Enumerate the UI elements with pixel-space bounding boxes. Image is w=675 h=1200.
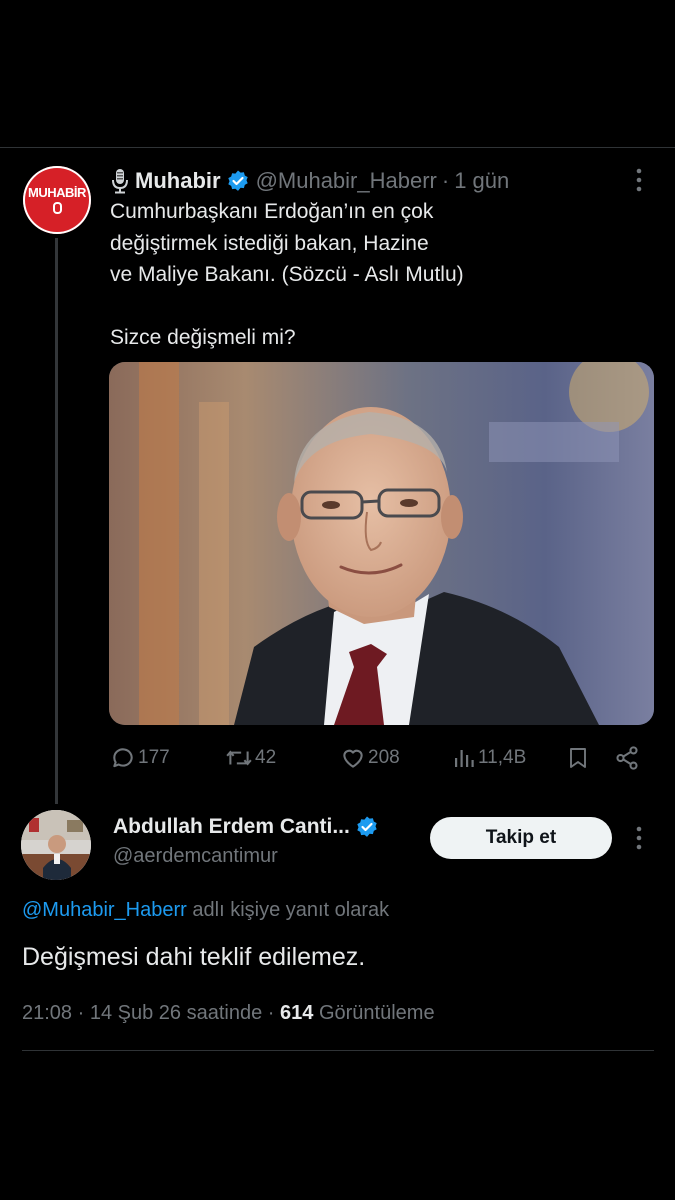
mic-icon: [112, 169, 128, 194]
muhabir-avatar[interactable]: MUHABİR: [23, 166, 91, 234]
like-icon: [343, 749, 363, 768]
bookmark-action[interactable]: [566, 742, 592, 774]
like-count: 208: [368, 747, 400, 768]
tweet-question: Sizce değişmeli mi?: [110, 325, 296, 349]
logo-mic-icon: [52, 202, 62, 214]
muhabir-logo-text: MUHABİR: [28, 185, 86, 200]
bookmark-icon: [570, 748, 586, 768]
reply-handle[interactable]: @aerdemcantimur: [113, 845, 278, 868]
parent-tweet-text: Cumhurbaşkanı Erdoğan’ın en çok değiştir…: [110, 196, 610, 353]
verified-badge-icon: [357, 816, 377, 837]
verified-badge-icon: [227, 170, 248, 191]
top-divider: [0, 147, 675, 148]
reply-more-icon[interactable]: [636, 826, 642, 850]
reply-name-row: Abdullah Erdem Canti...: [113, 815, 385, 839]
reply-meta-row: 21:08 · 14 Şub 26 saatinde · 614 Görüntü…: [22, 1002, 435, 1025]
parent-time[interactable]: 1 gün: [454, 168, 509, 194]
repost-action[interactable]: 42: [225, 742, 276, 774]
reply-time[interactable]: 21:08: [22, 1002, 72, 1024]
views-icon: [455, 750, 474, 767]
views-action[interactable]: 11,4B: [452, 742, 526, 774]
parent-author-name[interactable]: Muhabir: [135, 168, 221, 194]
tweet-line-2: değiştirmek istediği bakan, Hazine: [110, 231, 429, 255]
like-action[interactable]: 208: [340, 742, 400, 774]
parent-actions-bar: 177 42 208 11,4B: [110, 742, 640, 774]
reply-views-label: Görüntüleme: [318, 1002, 435, 1024]
tweet-photo[interactable]: [109, 362, 654, 725]
repost-count: 42: [255, 747, 277, 768]
parent-handle[interactable]: @Muhabir_Haberr: [256, 168, 437, 194]
reply-avatar-image: [21, 810, 91, 880]
tweet-line-3: ve Maliye Bakanı. (Sözcü - Aslı Mutlu): [110, 263, 464, 286]
tweet-line-1: Cumhurbaşkanı Erdoğan’ın en çok: [110, 200, 434, 223]
reply-to-mention[interactable]: @Muhabir_Haberr: [22, 899, 187, 921]
thread-line: [55, 238, 58, 804]
reply-avatar[interactable]: [21, 810, 91, 880]
more-icon[interactable]: [636, 168, 642, 192]
reply-views-count: 614: [280, 1002, 314, 1024]
meta-separator: ·: [77, 1002, 85, 1024]
reply-icon: [113, 748, 133, 768]
replying-to-line: @Muhabir_Haberr adlı kişiye yanıt olarak: [22, 899, 389, 922]
reply-action[interactable]: 177: [110, 742, 170, 774]
reply-text: Değişmesi dahi teklif edilemez.: [22, 943, 366, 971]
parent-tweet-header: Muhabir @Muhabir_Haberr · 1 gün: [110, 166, 509, 196]
header-separator: ·: [441, 168, 450, 193]
bottom-divider: [22, 1050, 654, 1051]
reply-to-suffix: adlı kişiye yanıt olarak: [186, 899, 390, 921]
share-action[interactable]: [614, 742, 642, 774]
reply-date[interactable]: 14 Şub 26 saatinde: [90, 1002, 262, 1024]
share-icon: [616, 746, 638, 770]
tweet-photo-image: [109, 362, 654, 725]
reply-count: 177: [138, 747, 170, 768]
reply-author-name[interactable]: Abdullah Erdem Canti...: [113, 815, 350, 839]
repost-icon: [226, 750, 252, 766]
follow-button[interactable]: Takip et: [430, 817, 612, 859]
views-count: 11,4B: [478, 747, 527, 768]
meta-separator: ·: [267, 1002, 275, 1024]
